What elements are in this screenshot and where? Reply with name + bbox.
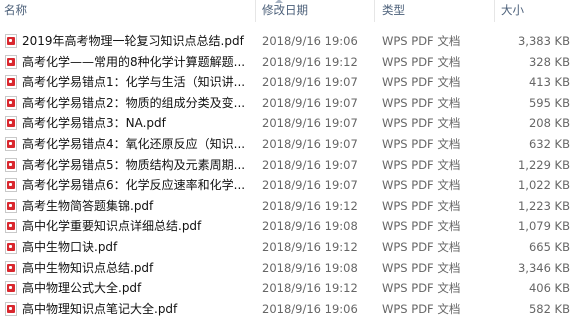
file-row[interactable]: 高考化学易错点5：物质结构及元素周期... 2018/9/16 19:07 WPS … [0, 154, 575, 176]
pdf-file-icon [5, 116, 17, 131]
file-modified-date: 2018/9/16 19:07 [262, 75, 358, 90]
file-modified-date: 2018/9/16 19:07 [262, 178, 358, 193]
file-name: 高考化学易错点1：化学与生活（知识讲... [22, 75, 246, 90]
file-size: 1,223 KB [517, 198, 570, 213]
file-name: 高中物理知识点笔记大全.pdf [22, 301, 178, 316]
file-modified-date: 2018/9/16 19:12 [262, 281, 358, 296]
file-name: 高考化学——常用的8种化学计算题解题... [22, 54, 246, 69]
file-size: 1,079 KB [517, 219, 570, 234]
file-name: 高考化学易错点3：NA.pdf [22, 116, 166, 131]
pdf-file-icon [5, 157, 17, 172]
file-modified-date: 2018/9/16 19:07 [262, 116, 358, 131]
file-type: WPS PDF 文档 [382, 239, 461, 254]
file-name: 高考生物简答题集锦.pdf [22, 198, 154, 213]
file-size: 1,022 KB [517, 178, 570, 193]
file-type: WPS PDF 文档 [382, 198, 461, 213]
file-type: WPS PDF 文档 [382, 95, 461, 110]
column-header-bar: 名称 修改日期 类型 大小 [0, 0, 575, 22]
pdf-file-icon [5, 75, 17, 90]
file-type: WPS PDF 文档 [382, 116, 461, 131]
file-size: 3,383 KB [517, 34, 570, 48]
column-divider[interactable] [494, 0, 495, 22]
file-name: 高中生物口诀.pdf [22, 239, 118, 254]
file-name: 高中生物知识点总结.pdf [22, 260, 154, 275]
file-size: 413 KB [528, 75, 570, 90]
file-type: WPS PDF 文档 [382, 157, 461, 172]
file-type: WPS PDF 文档 [382, 219, 461, 234]
file-row[interactable]: 高考化学易错点2：物质的组成分类及变... 2018/9/16 19:07 WPS … [0, 93, 575, 114]
file-size: 208 KB [528, 116, 570, 131]
file-type: WPS PDF 文档 [382, 301, 461, 316]
file-modified-date: 2018/9/16 19:06 [262, 301, 358, 316]
file-row[interactable]: 高中生物知识点总结.pdf 2018/9/16 19:08 WPS PDF 文档 3,… [0, 258, 575, 279]
file-size: 595 KB [528, 95, 570, 110]
column-header-size[interactable]: 大小 [501, 0, 524, 22]
file-name: 高考化学易错点5：物质结构及元素周期... [22, 157, 246, 172]
file-row[interactable]: 高考生物简答题集锦.pdf 2018/9/16 19:12 WPS PDF 文档 1,… [0, 196, 575, 217]
file-row[interactable]: 高中物理知识点笔记大全.pdf 2018/9/16 19:06 WPS PDF 文档… [0, 299, 575, 320]
file-modified-date: 2018/9/16 19:07 [262, 95, 358, 110]
file-name: 2019年高考物理一轮复习知识点总结.pdf [22, 34, 244, 48]
pdf-file-icon [5, 95, 17, 110]
pdf-file-icon [5, 301, 17, 316]
file-row[interactable]: 高考化学易错点6：化学反应速率和化学... 2018/9/16 19:07 WPS … [0, 175, 575, 196]
file-size: 1,229 KB [517, 157, 570, 172]
file-name: 高中物理公式大全.pdf [22, 281, 142, 296]
file-list: 2019年高考物理一轮复习知识点总结.pdf 2018/9/16 19:06 WPS… [0, 31, 575, 319]
file-row[interactable]: 高考化学易错点3：NA.pdf 2018/9/16 19:07 WPS PDF 文档… [0, 113, 575, 134]
file-size: 3,346 KB [517, 260, 570, 275]
file-size: 632 KB [528, 136, 570, 151]
file-modified-date: 2018/9/16 19:08 [262, 260, 358, 275]
file-row[interactable]: 2019年高考物理一轮复习知识点总结.pdf 2018/9/16 19:06 WPS… [0, 31, 575, 52]
file-size: 406 KB [528, 281, 570, 296]
file-type: WPS PDF 文档 [382, 260, 461, 275]
file-modified-date: 2018/9/16 19:07 [262, 136, 358, 151]
file-type: WPS PDF 文档 [382, 34, 461, 48]
pdf-file-icon [5, 136, 17, 151]
column-header-name[interactable]: 名称 [4, 0, 27, 22]
file-type: WPS PDF 文档 [382, 54, 461, 69]
file-row[interactable]: 高考化学——常用的8种化学计算题解题... 2018/9/16 19:12 WPS … [0, 52, 575, 73]
pdf-file-icon [5, 281, 17, 296]
file-modified-date: 2018/9/16 19:07 [262, 157, 358, 172]
pdf-file-icon [5, 219, 17, 234]
column-divider[interactable] [374, 0, 375, 22]
column-divider[interactable] [255, 0, 256, 22]
file-row[interactable]: 高中生物口诀.pdf 2018/9/16 19:12 WPS PDF 文档 665 K… [0, 237, 575, 258]
pdf-file-icon [5, 239, 17, 254]
column-header-type[interactable]: 类型 [382, 0, 405, 22]
pdf-file-icon [5, 34, 17, 48]
file-type: WPS PDF 文档 [382, 75, 461, 90]
file-modified-date: 2018/9/16 19:06 [262, 34, 358, 48]
file-size: 665 KB [528, 239, 570, 254]
pdf-file-icon [5, 178, 17, 193]
file-name: 高考化学易错点2：物质的组成分类及变... [22, 95, 246, 110]
pdf-file-icon [5, 54, 17, 69]
file-size: 582 KB [528, 301, 570, 316]
column-header-date[interactable]: 修改日期 [262, 0, 308, 22]
file-size: 328 KB [528, 54, 570, 69]
file-name: 高考化学易错点4：氧化还原反应（知识... [22, 136, 246, 151]
file-row[interactable]: 高考化学易错点1：化学与生活（知识讲... 2018/9/16 19:07 WPS … [0, 72, 575, 93]
file-modified-date: 2018/9/16 19:12 [262, 54, 358, 69]
pdf-file-icon [5, 260, 17, 275]
file-row[interactable]: 高考化学易错点4：氧化还原反应（知识... 2018/9/16 19:07 WPS … [0, 134, 575, 155]
file-modified-date: 2018/9/16 19:08 [262, 219, 358, 234]
file-modified-date: 2018/9/16 19:12 [262, 198, 358, 213]
file-name: 高中化学重要知识点详细总结.pdf [22, 219, 202, 234]
file-row[interactable]: 高中物理公式大全.pdf 2018/9/16 19:12 WPS PDF 文档 406… [0, 278, 575, 299]
file-type: WPS PDF 文档 [382, 178, 461, 193]
file-type: WPS PDF 文档 [382, 281, 461, 296]
file-row[interactable]: 高中化学重要知识点详细总结.pdf 2018/9/16 19:08 WPS PDF … [0, 216, 575, 237]
file-type: WPS PDF 文档 [382, 136, 461, 151]
pdf-file-icon [5, 198, 17, 213]
file-name: 高考化学易错点6：化学反应速率和化学... [22, 178, 246, 193]
file-modified-date: 2018/9/16 19:12 [262, 239, 358, 254]
